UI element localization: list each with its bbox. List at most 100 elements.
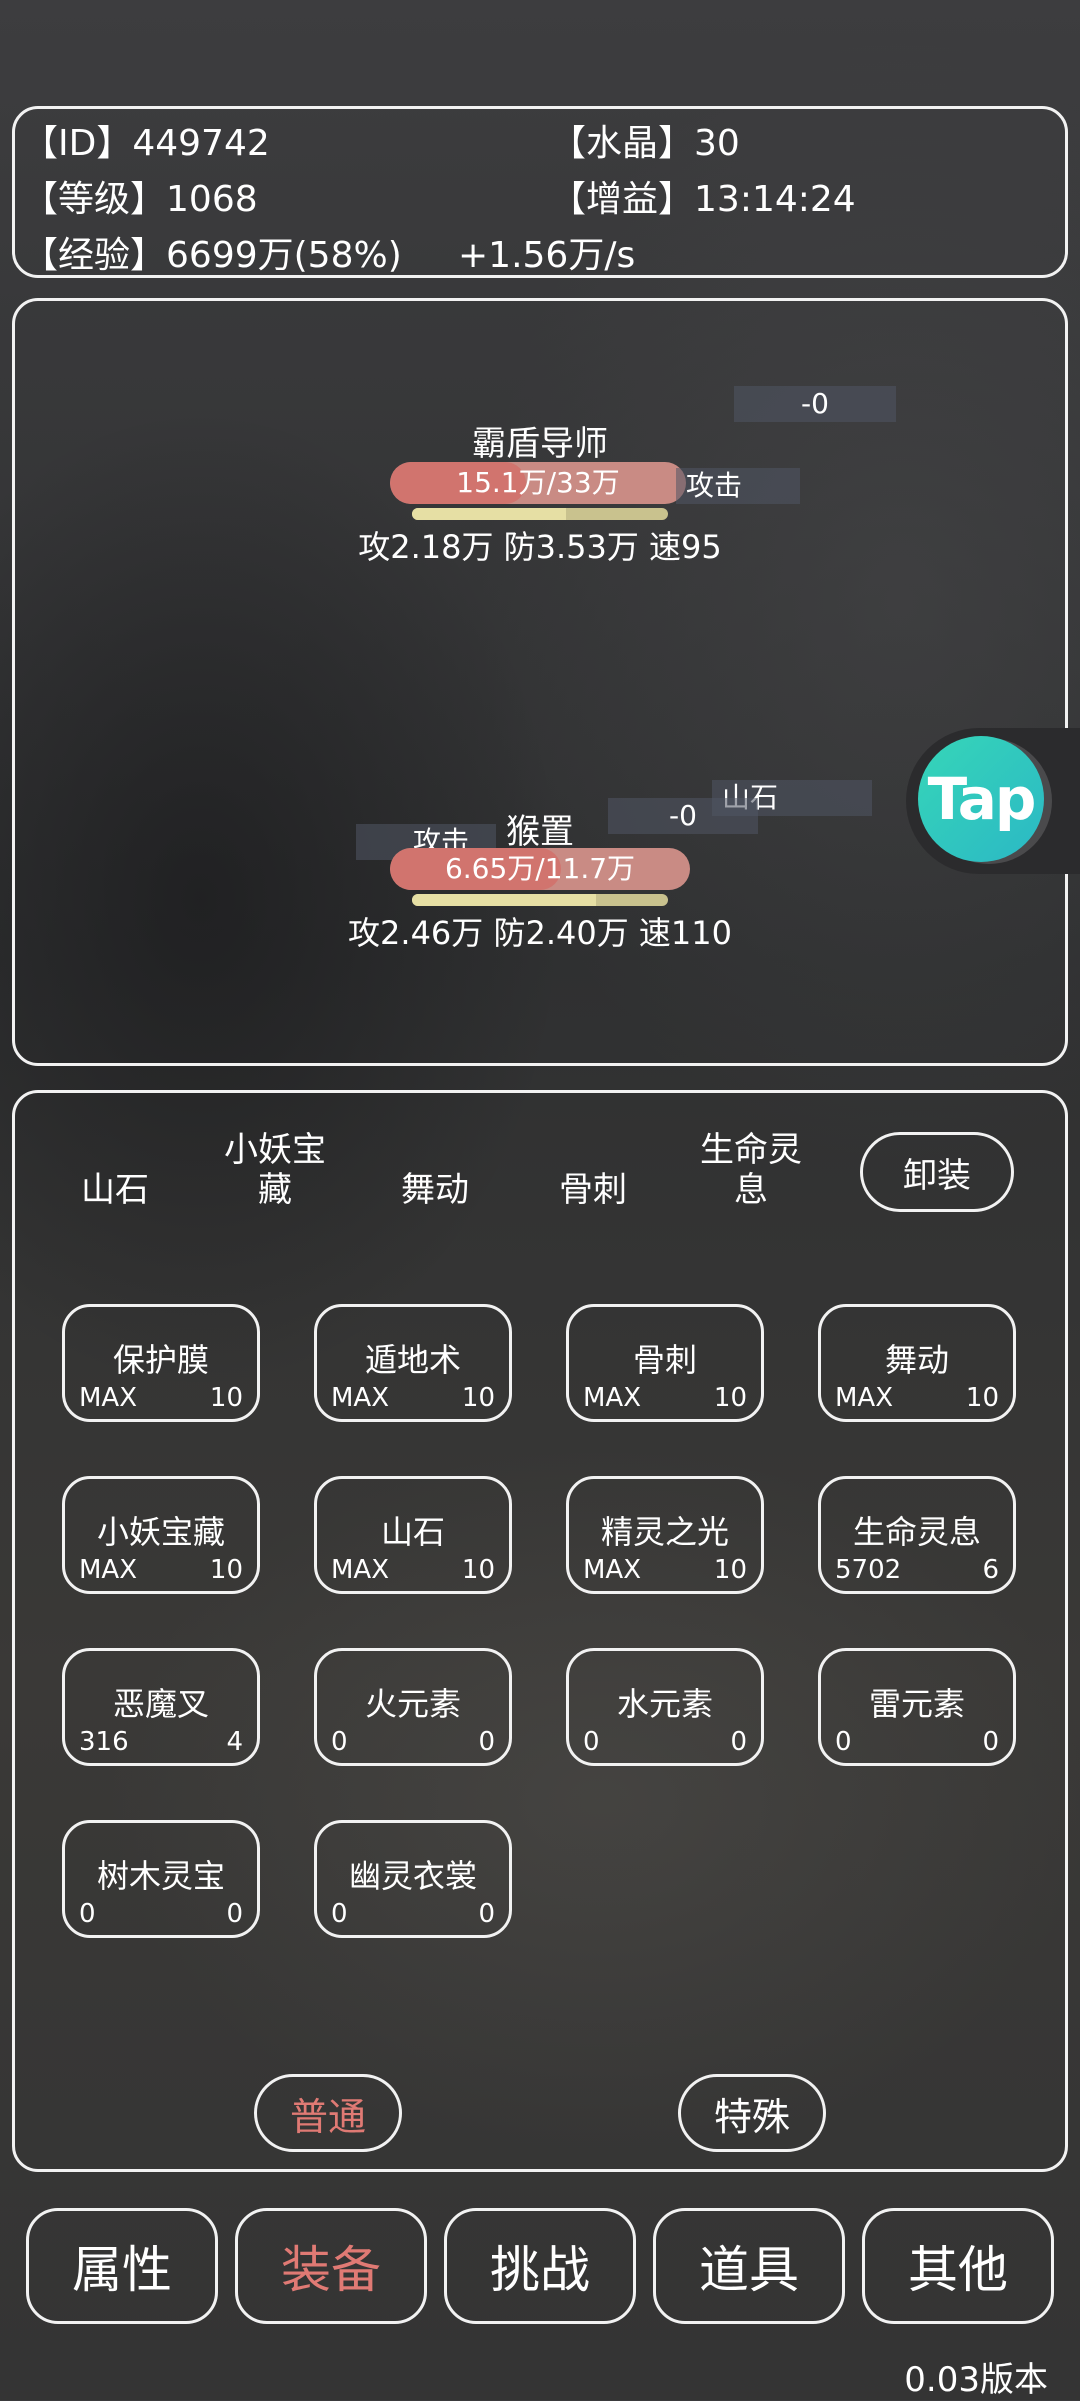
enemy-damage-popup: -0 <box>734 386 896 422</box>
skill-level: MAX <box>583 1383 642 1413</box>
nav-tab-other[interactable]: 其他 <box>862 2208 1054 2324</box>
skill-level: MAX <box>79 1383 138 1413</box>
level-label: 【等级】 <box>22 179 167 220</box>
skill-card[interactable]: 恶魔叉 316 4 <box>62 1648 260 1766</box>
skill-count: 10 <box>461 1383 495 1413</box>
player-id: 【ID】449742 <box>22 114 270 166</box>
crystal-value: 30 <box>694 123 740 164</box>
equipped-slot-5[interactable]: 生命灵息 <box>686 1130 816 1210</box>
skill-card[interactable]: 舞动 MAX 10 <box>818 1304 1016 1422</box>
player-mp-bar <box>412 894 668 906</box>
skill-name: 树木灵宝 <box>96 1857 225 1895</box>
skill-level: 0 <box>583 1727 600 1757</box>
skill-name: 舞动 <box>884 1341 949 1379</box>
skill-name: 小妖宝藏 <box>96 1513 225 1551</box>
player-hp-bar: 6.65万/11.7万 <box>390 848 690 890</box>
tap-logo-text: Tap <box>927 765 1037 833</box>
skill-card[interactable]: 精灵之光 MAX 10 <box>566 1476 764 1594</box>
skill-card[interactable]: 山石 MAX 10 <box>314 1476 512 1594</box>
skill-name: 雷元素 <box>868 1685 965 1723</box>
nav-tab-equipment-label: 装备 <box>281 2241 381 2299</box>
exp-label: 【经验】 <box>22 235 167 276</box>
filter-normal-button[interactable]: 普通 <box>254 2074 402 2152</box>
enemy-name: 霸盾导师 <box>472 424 608 464</box>
enemy-action-popup: 攻击 <box>676 468 800 504</box>
equipped-slot-2-label: 小妖宝藏 <box>224 1130 326 1210</box>
skill-count: 10 <box>713 1383 747 1413</box>
skill-level: MAX <box>583 1555 642 1585</box>
skill-card[interactable]: 保护膜 MAX 10 <box>62 1304 260 1422</box>
skill-count: 6 <box>982 1555 999 1585</box>
skill-name: 幽灵衣裳 <box>348 1857 477 1895</box>
enemy-mp-fill <box>412 508 566 520</box>
skill-card[interactable]: 雷元素 0 0 <box>818 1648 1016 1766</box>
nav-tab-attributes-label: 属性 <box>72 2241 172 2299</box>
equipped-slot-1[interactable]: 山石 <box>55 1150 175 1230</box>
skill-count: 0 <box>730 1727 747 1757</box>
skill-level: 5702 <box>835 1555 902 1585</box>
skill-card[interactable]: 水元素 0 0 <box>566 1648 764 1766</box>
skill-card[interactable]: 骨刺 MAX 10 <box>566 1304 764 1422</box>
skill-name: 骨刺 <box>632 1341 697 1379</box>
skill-count: 10 <box>209 1383 243 1413</box>
skill-card[interactable]: 小妖宝藏 MAX 10 <box>62 1476 260 1594</box>
nav-tab-challenge-label: 挑战 <box>490 2241 590 2299</box>
skill-count: 10 <box>713 1555 747 1585</box>
skill-level: 0 <box>835 1727 852 1757</box>
tap-logo-icon: Tap <box>918 736 1044 862</box>
skill-name: 水元素 <box>616 1685 713 1723</box>
tap-floating-button[interactable]: Tap <box>906 728 1080 874</box>
skill-level: MAX <box>835 1383 894 1413</box>
player-level: 【等级】1068 <box>22 170 258 222</box>
buff-label: 【增益】 <box>550 179 695 220</box>
equipped-slot-4[interactable]: 骨刺 <box>533 1150 653 1230</box>
skill-card[interactable]: 幽灵衣裳 0 0 <box>314 1820 512 1938</box>
skill-level: 0 <box>331 1727 348 1757</box>
player-hp-text: 6.65万/11.7万 <box>444 852 636 885</box>
skill-name: 遁地术 <box>364 1341 461 1379</box>
enemy-hp-bar: 15.1万/33万 <box>390 462 686 504</box>
skill-name: 保护膜 <box>112 1341 209 1379</box>
filter-normal-label: 普通 <box>289 2094 366 2139</box>
unequip-button[interactable]: 卸装 <box>860 1132 1014 1212</box>
crystal-count: 【水晶】30 <box>550 114 740 166</box>
buff-value: 13:14:24 <box>694 179 856 220</box>
skill-count: 4 <box>226 1727 243 1757</box>
nav-tab-equipment[interactable]: 装备 <box>235 2208 427 2324</box>
skill-count: 10 <box>461 1555 495 1585</box>
nav-tab-challenge[interactable]: 挑战 <box>444 2208 636 2324</box>
equipped-slot-3[interactable]: 舞动 <box>375 1150 495 1230</box>
nav-tab-items-label: 道具 <box>699 2241 799 2299</box>
skill-level: MAX <box>331 1383 390 1413</box>
equipment-panel <box>12 1090 1068 2172</box>
nav-tab-attributes[interactable]: 属性 <box>26 2208 218 2324</box>
skill-count: 10 <box>209 1555 243 1585</box>
nav-tab-other-label: 其他 <box>908 2241 1008 2299</box>
skill-level: 316 <box>79 1727 129 1757</box>
filter-special-label: 特殊 <box>713 2094 790 2139</box>
player-mp-fill <box>412 894 597 906</box>
skill-count: 0 <box>478 1899 495 1929</box>
skill-level: 0 <box>331 1899 348 1929</box>
unequip-label: 卸装 <box>903 1155 971 1196</box>
crystal-label: 【水晶】 <box>550 123 695 164</box>
skill-card[interactable]: 火元素 0 0 <box>314 1648 512 1766</box>
skill-level: MAX <box>79 1555 138 1585</box>
filter-special-button[interactable]: 特殊 <box>678 2074 826 2152</box>
player-name: 猴置 <box>506 812 574 852</box>
level-value: 1068 <box>166 179 258 220</box>
skill-card[interactable]: 遁地术 MAX 10 <box>314 1304 512 1422</box>
skill-card[interactable]: 树木灵宝 0 0 <box>62 1820 260 1938</box>
skill-name: 火元素 <box>364 1685 461 1723</box>
enemy-stats: 攻2.18万 防3.53万 速95 <box>358 528 722 566</box>
nav-tab-items[interactable]: 道具 <box>653 2208 845 2324</box>
equipped-slot-2[interactable]: 小妖宝藏 <box>210 1130 340 1210</box>
skill-level: MAX <box>331 1555 390 1585</box>
skill-count: 10 <box>965 1383 999 1413</box>
skill-card[interactable]: 生命灵息 5702 6 <box>818 1476 1016 1594</box>
id-value: 449742 <box>132 123 270 164</box>
skill-level: 0 <box>79 1899 96 1929</box>
exp-value: 6699万(58%) <box>166 235 402 276</box>
experience: 【经验】6699万(58%) <box>22 226 402 278</box>
version-label: 0.03版本 <box>904 2360 1048 2400</box>
